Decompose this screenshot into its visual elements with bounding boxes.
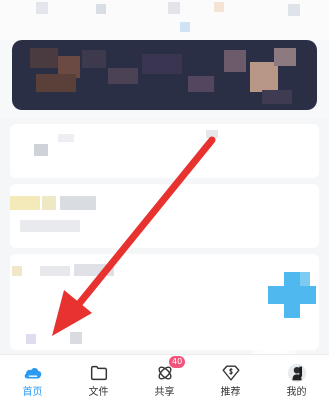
tab-mine[interactable]: 我的 bbox=[264, 355, 329, 407]
share-count-badge: 40 bbox=[169, 356, 186, 368]
cloud-home-icon bbox=[24, 367, 41, 379]
tab-share[interactable]: 40 共享 bbox=[132, 355, 197, 407]
tab-label: 文件 bbox=[88, 387, 109, 398]
tab-home[interactable]: 首页 bbox=[0, 355, 65, 407]
tab-label: 我的 bbox=[286, 387, 307, 398]
content-card[interactable] bbox=[10, 184, 319, 248]
bottom-tab-bar: 首页 文件 40 共享 推荐 我的 bbox=[0, 354, 329, 407]
app-screen: 首页 文件 40 共享 推荐 我的 bbox=[0, 0, 329, 407]
folder-icon bbox=[90, 365, 107, 381]
tab-label: 共享 bbox=[154, 387, 175, 398]
tab-recommend[interactable]: 推荐 bbox=[198, 355, 263, 407]
tab-files[interactable]: 文件 bbox=[66, 355, 131, 407]
content-card[interactable] bbox=[10, 124, 319, 178]
promo-banner-blurred[interactable] bbox=[12, 40, 317, 110]
floating-add-button[interactable] bbox=[268, 272, 316, 318]
avatar-icon bbox=[287, 363, 306, 383]
recommend-diamond-icon bbox=[222, 365, 239, 381]
plus-icon bbox=[268, 272, 316, 318]
tab-label: 首页 bbox=[22, 387, 43, 398]
home-content-blurred bbox=[0, 118, 329, 354]
top-header-blurred bbox=[0, 0, 329, 40]
tab-label: 推荐 bbox=[220, 387, 241, 398]
